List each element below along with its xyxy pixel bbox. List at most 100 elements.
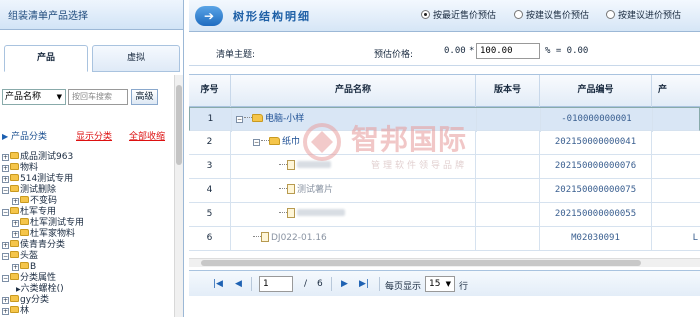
advanced-search-button[interactable]: 高级 bbox=[131, 89, 158, 105]
tree-line bbox=[279, 164, 287, 165]
folder-icon bbox=[10, 251, 19, 258]
tab-product[interactable]: 产品 bbox=[4, 45, 88, 72]
column-header-code[interactable]: 产品编号 bbox=[540, 75, 652, 107]
column-header-name[interactable]: 产品名称 bbox=[231, 75, 476, 107]
collapse-icon[interactable]: − bbox=[2, 209, 9, 216]
tree-node[interactable]: ▶六类螺栓() bbox=[16, 284, 64, 294]
row-name-text: 电脑-小样 bbox=[265, 114, 305, 124]
table-row[interactable]: 5 202150000000055 bbox=[189, 203, 700, 227]
tree-node-label: 六类螺栓() bbox=[20, 284, 64, 294]
scrollbar-thumb[interactable] bbox=[176, 85, 182, 165]
tree-node[interactable]: + 杜军测试专用 bbox=[12, 218, 84, 228]
expand-icon[interactable]: + bbox=[12, 220, 19, 227]
row-code: 202150000000055 bbox=[540, 203, 652, 227]
search-input[interactable]: 按回车搜索 bbox=[68, 89, 128, 105]
tree-node[interactable]: − 测试删除 bbox=[2, 185, 56, 195]
tree-node[interactable]: + 不变码 bbox=[12, 196, 57, 206]
folder-icon bbox=[10, 273, 19, 280]
row-extra bbox=[653, 108, 700, 132]
tab-virtual[interactable]: 虚拟 bbox=[92, 45, 180, 72]
expand-icon[interactable]: + bbox=[2, 165, 9, 172]
row-code: 202150000000041 bbox=[540, 131, 652, 155]
row-version bbox=[476, 203, 540, 227]
expand-icon[interactable]: + bbox=[2, 242, 9, 249]
chevron-down-icon: ▼ bbox=[56, 93, 62, 101]
estimate-label: 预估价格: bbox=[374, 50, 414, 60]
row-version bbox=[476, 179, 540, 203]
expand-icon[interactable]: + bbox=[2, 297, 9, 304]
folder-icon bbox=[20, 262, 29, 269]
scrollbar-thumb[interactable] bbox=[201, 260, 641, 266]
expand-icon[interactable]: + bbox=[2, 308, 9, 315]
row-version bbox=[476, 155, 540, 179]
collapse-icon[interactable]: − bbox=[236, 116, 243, 123]
per-page-label: 每页显示 bbox=[385, 282, 422, 292]
prev-page-icon[interactable]: ◀ bbox=[235, 279, 242, 289]
tree-node[interactable]: + 物料 bbox=[2, 163, 38, 173]
collapse-icon[interactable]: − bbox=[2, 187, 9, 194]
tree-node-label: 杜军测试专用 bbox=[30, 218, 85, 228]
expand-icon[interactable]: + bbox=[12, 264, 19, 271]
search-row: 产品名称 ▼ 按回车搜索 高级 bbox=[0, 89, 183, 107]
folder-icon bbox=[20, 229, 29, 236]
column-header-extra[interactable]: 产 bbox=[652, 75, 700, 107]
search-field-select[interactable]: 产品名称 ▼ bbox=[2, 89, 66, 105]
expand-icon[interactable]: + bbox=[12, 231, 19, 238]
tree-node[interactable]: − 分类属性 bbox=[2, 273, 56, 283]
tree-node-label: 物料 bbox=[20, 163, 39, 173]
table-row[interactable]: 2 − 纸巾 202150000000041 bbox=[189, 131, 700, 155]
tree-node[interactable]: +514测试专用 bbox=[2, 174, 73, 184]
last-page-icon[interactable]: ▶| bbox=[359, 279, 369, 289]
table-row[interactable]: 4 测试薯片 202150000000075 bbox=[189, 179, 700, 203]
radio-unchecked-icon[interactable] bbox=[606, 10, 615, 19]
column-header-no[interactable]: 序号 bbox=[189, 75, 231, 107]
tree-node[interactable]: − 杜军专用 bbox=[2, 207, 56, 217]
expand-icon[interactable]: + bbox=[12, 198, 19, 205]
detail-title: 树形结构明细 bbox=[233, 10, 311, 23]
tree-node[interactable]: + gy分类 bbox=[2, 295, 49, 305]
show-category-link[interactable]: 显示分类 bbox=[76, 129, 112, 142]
factor-input[interactable]: 100.00 bbox=[476, 43, 540, 59]
first-page-icon[interactable]: |◀ bbox=[213, 279, 223, 289]
per-page-select[interactable]: 15 ▼ bbox=[425, 276, 455, 292]
tree-node-label: 头盔 bbox=[20, 251, 39, 261]
folder-icon bbox=[10, 185, 19, 192]
folder-icon bbox=[10, 174, 19, 181]
per-page-value: 15 bbox=[429, 279, 441, 289]
horizontal-scrollbar[interactable] bbox=[189, 258, 700, 267]
tree-node-label: 成品测试963 bbox=[20, 152, 74, 162]
pagination-bar: |◀ ◀ 1 / 6 ▶ ▶| 每页显示 15 ▼ 行 bbox=[189, 270, 700, 296]
radio-suggested-purchase-price[interactable]: 按建议进价预估 bbox=[606, 8, 681, 21]
column-header-version[interactable]: 版本号 bbox=[476, 75, 540, 107]
collapse-icon[interactable]: − bbox=[2, 275, 9, 282]
table-row[interactable]: 1 − 电脑-小样 -010000000001 bbox=[189, 107, 700, 132]
tree-node[interactable]: + B bbox=[12, 262, 36, 272]
expand-icon[interactable]: + bbox=[2, 176, 9, 183]
document-icon bbox=[287, 208, 295, 218]
percent-result: % = 0.00 bbox=[545, 46, 589, 56]
radio-recent-price[interactable]: 按最近售价预估 bbox=[421, 8, 496, 21]
radio-checked-icon[interactable] bbox=[421, 10, 430, 19]
table-row[interactable]: 3 202150000000076 bbox=[189, 155, 700, 179]
left-scrollbar[interactable] bbox=[174, 75, 183, 317]
radio-suggested-sale-price[interactable]: 按建议售价预估 bbox=[514, 8, 589, 21]
collapse-icon[interactable]: − bbox=[253, 139, 260, 146]
page-number-input[interactable]: 1 bbox=[259, 276, 293, 292]
tree-node[interactable]: + 林 bbox=[2, 306, 29, 316]
collapse-icon[interactable]: − bbox=[2, 253, 9, 260]
table-row[interactable]: 6 DJ022-01.16 M02030091 L bbox=[189, 227, 700, 251]
row-name bbox=[231, 203, 476, 227]
tree-node[interactable]: + 杜军家物料 bbox=[12, 229, 75, 239]
expand-icon[interactable]: + bbox=[2, 154, 9, 161]
tree-node-label: 杜军家物料 bbox=[30, 229, 76, 239]
tree-node[interactable]: + 成品测试963 bbox=[2, 152, 73, 162]
tree-node[interactable]: − 头盔 bbox=[2, 251, 38, 261]
folder-icon bbox=[252, 114, 263, 122]
next-page-icon[interactable]: ▶ bbox=[341, 279, 348, 289]
tree-node[interactable]: + 侯青青分类 bbox=[2, 240, 65, 250]
folder-icon bbox=[269, 137, 280, 145]
radio-unchecked-icon[interactable] bbox=[514, 10, 523, 19]
product-tabs: 产品 虚拟 bbox=[0, 45, 183, 72]
collapse-all-link[interactable]: 全部收缩 bbox=[129, 129, 165, 142]
document-icon bbox=[287, 160, 295, 170]
